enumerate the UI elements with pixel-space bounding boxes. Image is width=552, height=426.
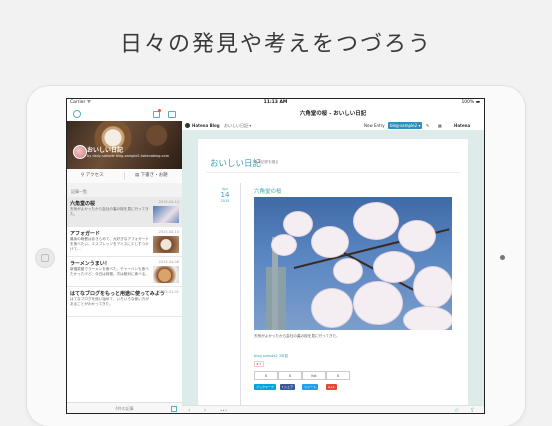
status-time: 11:13 AM bbox=[263, 100, 288, 105]
blossom bbox=[312, 289, 352, 327]
left-actions: ⚲ アクセス ▤ 下書き・お題 bbox=[67, 169, 182, 184]
tweet-button[interactable]: ツイート bbox=[302, 384, 319, 390]
status-battery: 100% ▬ bbox=[461, 100, 480, 105]
entry-date-box: Apr 14 2015 bbox=[214, 187, 236, 203]
entry-title[interactable]: 六角堂の桜 bbox=[254, 187, 282, 195]
brand-label[interactable]: Hatena Blog bbox=[192, 121, 220, 130]
left-topbar bbox=[67, 107, 182, 121]
notification-icon[interactable] bbox=[153, 111, 160, 118]
browser-bottom-bar: ‹ › ••• ☆ ⇪ bbox=[182, 405, 484, 413]
more-icon[interactable]: ••• bbox=[220, 406, 227, 413]
blossom bbox=[399, 221, 435, 251]
left-bottom-bar: 4件の記事 bbox=[67, 402, 182, 413]
menu-icon[interactable]: ▦ bbox=[438, 121, 442, 130]
entry-title: はてなブログをもっと用途に使ってみよう bbox=[70, 291, 165, 297]
notification-badge bbox=[158, 109, 161, 112]
cherry-blossom-photo bbox=[254, 197, 452, 330]
blog-cover[interactable]: おいしい日記 by daily-sample blog-sample2.hate… bbox=[67, 121, 182, 169]
status-carrier: Carrier ᯤ bbox=[70, 100, 91, 105]
blog-page: おいしい日記 食の記録を綴る Apr 14 2015 六角堂の桜 天気がよかった… bbox=[198, 139, 468, 407]
entry-count: 4件の記事 bbox=[115, 406, 134, 411]
hatena-logo-icon bbox=[185, 123, 190, 128]
entry-thumbnail bbox=[153, 236, 179, 253]
facebook-count: 0 bbox=[278, 371, 302, 380]
entry-date: 2015-04-14 bbox=[158, 200, 179, 204]
author-link[interactable]: blog-sample2 3年前 bbox=[254, 354, 288, 359]
timeline-line bbox=[240, 183, 241, 405]
pen-icon[interactable]: ✎ bbox=[426, 121, 429, 130]
blossom bbox=[284, 212, 312, 236]
camera-dot bbox=[500, 255, 505, 260]
page-title: 六角堂の桜 - おいしい日記 bbox=[299, 111, 367, 117]
blossom bbox=[354, 203, 398, 239]
app-screen: 11:13 AM Carrier ᯤ 100% ▬ おいしい日記 by dail… bbox=[66, 98, 485, 414]
date-day: 14 bbox=[220, 191, 230, 199]
facebook-share-button[interactable]: f シェア bbox=[280, 384, 296, 390]
list-item[interactable]: ラーメンうまい！ 2015-04-08 新福菜館でラーメンを食べた。チャーハンも… bbox=[67, 257, 182, 287]
avatar bbox=[73, 145, 87, 159]
entry-excerpt: 天気がよかったから会社の裏の桜を見に行ってきた。 bbox=[70, 207, 149, 216]
home-square-icon bbox=[41, 254, 49, 262]
star-button[interactable]: ★+ bbox=[254, 361, 264, 367]
date-year: 2015 bbox=[220, 199, 230, 203]
forward-icon[interactable]: › bbox=[204, 406, 206, 413]
status-bar: 11:13 AM Carrier ᯤ 100% ▬ bbox=[67, 99, 484, 107]
cover-blog-name: おいしい日記 bbox=[87, 147, 124, 154]
settings-icon[interactable] bbox=[73, 110, 81, 118]
entry-date: 2015-04-08 bbox=[158, 260, 179, 264]
pocket-count: list bbox=[302, 371, 326, 380]
list-item[interactable]: はてなブログをもっと用途に使ってみよう 2015-01-01 はてなブログを使い… bbox=[67, 287, 182, 317]
header-divider bbox=[206, 172, 460, 173]
google-plus-button[interactable]: G+1 bbox=[326, 384, 337, 390]
blossom bbox=[334, 259, 362, 283]
list-item[interactable]: 六角堂の桜 2015-04-14 天気がよかったから会社の裏の桜を見に行ってきた… bbox=[67, 197, 182, 227]
entry-date: 2015-01-01 bbox=[158, 290, 179, 294]
entry-thumbnail bbox=[153, 206, 179, 223]
blog-dropdown[interactable]: おいしい日記 ▾ bbox=[224, 121, 251, 130]
back-icon[interactable]: ‹ bbox=[188, 406, 190, 413]
bookmark-button[interactable]: ブックマーク bbox=[254, 384, 277, 390]
entry-thumbnail bbox=[153, 266, 179, 283]
blossom bbox=[404, 307, 452, 330]
blossom bbox=[374, 252, 414, 282]
home-button[interactable] bbox=[36, 249, 54, 267]
headline: 日々の発見や考えをつづろう bbox=[119, 32, 432, 57]
compose-icon[interactable] bbox=[171, 406, 177, 412]
blossom bbox=[272, 235, 296, 255]
share-icon[interactable]: ⇪ bbox=[470, 406, 475, 413]
window-icon[interactable] bbox=[168, 111, 176, 118]
tweet-count: 0 bbox=[326, 371, 350, 380]
section-header: 記事一覧 bbox=[67, 183, 182, 197]
blossom bbox=[414, 267, 452, 307]
entry-excerpt: 新福菜館でラーメンを食べた。チャーハンも食べたかったけど、今日は我慢。次は絶対に… bbox=[70, 267, 149, 276]
actions-divider bbox=[124, 172, 125, 180]
entry-title: 六角堂の桜 bbox=[70, 201, 96, 207]
cover-blog-url: by daily-sample blog-sample2.hatenablog.… bbox=[87, 154, 170, 158]
entry-date: 2015-04-10 bbox=[158, 230, 179, 234]
entry-list-pane: おいしい日記 by daily-sample blog-sample2.hate… bbox=[67, 107, 183, 413]
drafts-button[interactable]: ▤ 下書き・お題 bbox=[135, 169, 168, 183]
photo-caption: 天気がよかったから会社の裏の桜を見に行ってきた。 bbox=[254, 334, 340, 338]
access-button[interactable]: ⚲ アクセス bbox=[81, 169, 104, 183]
blog-selector[interactable]: blog-sample2 ▾ bbox=[388, 122, 423, 129]
entry-excerpt: 最後の晩餐はあきらめて、大好きなアフォガードを食べたい。エスプレッソをアイスに少… bbox=[70, 237, 149, 251]
bookmark-count: 0 bbox=[254, 371, 278, 380]
blossom bbox=[354, 282, 402, 324]
account-label[interactable]: Hatena bbox=[454, 121, 470, 130]
list-item[interactable]: アフォガード 2015-04-10 最後の晩餐はあきらめて、大好きなアフォガード… bbox=[67, 227, 182, 257]
new-entry-link[interactable]: New Entry bbox=[364, 121, 385, 130]
blossom bbox=[312, 227, 348, 257]
entry-excerpt: はてなブログを使い始めて、いろいろな使い方があることがわかってきた。 bbox=[70, 297, 149, 306]
access-label: アクセス bbox=[85, 173, 104, 178]
star-icon[interactable]: ☆ bbox=[454, 406, 459, 413]
drafts-label: 下書き・お題 bbox=[140, 173, 168, 178]
blog-description: 食の記録を綴る bbox=[254, 160, 279, 164]
entry-title: ラーメンうまい！ bbox=[70, 261, 110, 267]
blog-view-pane: 六角堂の桜 - おいしい日記 Hatena Blog おいしい日記 ▾ New … bbox=[182, 107, 484, 413]
blog-background: おいしい日記 食の記録を綴る Apr 14 2015 六角堂の桜 天気がよかった… bbox=[182, 130, 484, 407]
entry-title: アフォガード bbox=[70, 231, 101, 237]
